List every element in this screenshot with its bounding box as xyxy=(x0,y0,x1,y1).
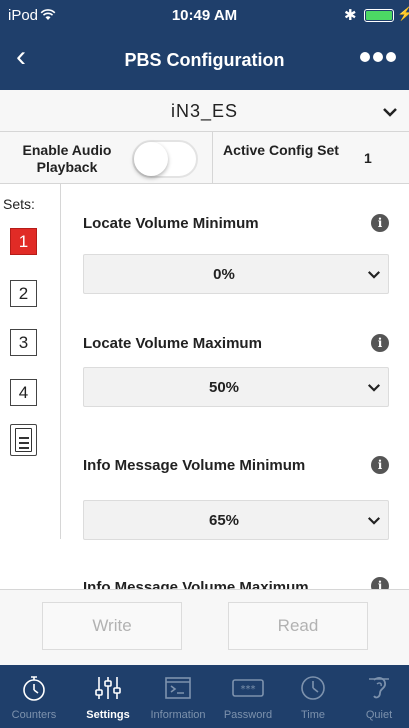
tab-label: Quiet xyxy=(365,709,393,721)
tab-label: Information xyxy=(150,709,206,721)
write-button[interactable]: Write xyxy=(42,602,182,650)
chevron-down-icon xyxy=(367,384,381,392)
device-selector[interactable]: iN3_ES xyxy=(0,90,409,132)
locate-volume-minimum-select[interactable]: 0% xyxy=(83,254,389,294)
active-config-value: 1 xyxy=(364,150,372,166)
sets-label: Sets: xyxy=(3,196,35,212)
document-icon[interactable] xyxy=(10,424,37,456)
sliders-icon xyxy=(95,677,121,699)
quiet-icon xyxy=(369,677,389,699)
page-title: PBS Configuration xyxy=(124,50,285,70)
select-value: 65% xyxy=(208,512,240,529)
setting-label: Info Message Volume Minimum xyxy=(83,457,306,474)
audio-playback-toggle[interactable] xyxy=(132,140,198,178)
chevron-down-icon xyxy=(367,517,381,525)
info-icon[interactable]: i xyxy=(371,214,389,232)
tab-time[interactable]: Time xyxy=(283,665,343,728)
chevron-down-icon xyxy=(367,271,381,279)
tab-label: Password xyxy=(223,709,273,721)
more-options-icon[interactable] xyxy=(360,52,396,62)
divider xyxy=(212,132,213,184)
settings-list[interactable]: Locate Volume Minimum i 0% Locate Volume… xyxy=(60,184,409,589)
nav-bar: ‹ PBS Configuration xyxy=(0,30,409,90)
tab-quiet[interactable]: Quiet xyxy=(349,665,409,728)
svg-text:***: *** xyxy=(241,684,256,695)
chevron-down-icon xyxy=(383,108,397,117)
sets-column: Sets: 1 2 3 4 xyxy=(0,184,44,539)
setting-label: Info Message Volume Maximum xyxy=(83,579,309,589)
info-icon[interactable]: i xyxy=(371,334,389,352)
charging-icon: ⚡ xyxy=(397,6,409,21)
read-button[interactable]: Read xyxy=(228,602,368,650)
select-value: 0% xyxy=(213,266,235,283)
bluetooth-icon: ✱ xyxy=(344,7,357,24)
info-icon[interactable]: i xyxy=(371,577,389,589)
audio-playback-label: Enable Audio Playback xyxy=(22,142,112,175)
config-row: Enable Audio Playback Active Config Set … xyxy=(0,132,409,184)
set-button-1[interactable]: 1 xyxy=(10,228,37,255)
locate-volume-maximum-select[interactable]: 50% xyxy=(83,367,389,407)
set-button-3[interactable]: 3 xyxy=(10,329,37,356)
active-config-label: Active Config Set xyxy=(223,142,339,158)
clock-icon xyxy=(301,676,325,700)
select-value: 50% xyxy=(208,379,240,396)
divider xyxy=(60,184,61,539)
password-icon: *** xyxy=(232,679,264,697)
stopwatch-icon xyxy=(23,676,45,701)
tab-label: Settings xyxy=(86,709,130,721)
tab-counters[interactable]: Counters xyxy=(4,665,64,728)
battery-icon xyxy=(364,9,394,22)
setting-label: Locate Volume Maximum xyxy=(83,335,262,352)
tab-information[interactable]: Information xyxy=(148,665,208,728)
info-message-volume-minimum-select[interactable]: 65% xyxy=(83,500,389,540)
action-bar: Write Read xyxy=(0,589,409,665)
tab-password[interactable]: *** Password xyxy=(218,665,278,728)
tab-settings[interactable]: Settings xyxy=(78,665,138,728)
set-button-2[interactable]: 2 xyxy=(10,280,37,307)
terminal-icon xyxy=(165,677,191,699)
tab-label: Time xyxy=(300,709,326,721)
set-button-4[interactable]: 4 xyxy=(10,379,37,406)
info-icon[interactable]: i xyxy=(371,456,389,474)
status-bar: iPod 10:49 AM ✱ ⚡ xyxy=(0,0,409,30)
tab-label: Counters xyxy=(11,709,57,721)
device-name: iN3_ES xyxy=(170,101,239,121)
tab-bar: Counters Settings Information *** Passwo… xyxy=(0,665,409,728)
setting-label: Locate Volume Minimum xyxy=(83,215,259,232)
